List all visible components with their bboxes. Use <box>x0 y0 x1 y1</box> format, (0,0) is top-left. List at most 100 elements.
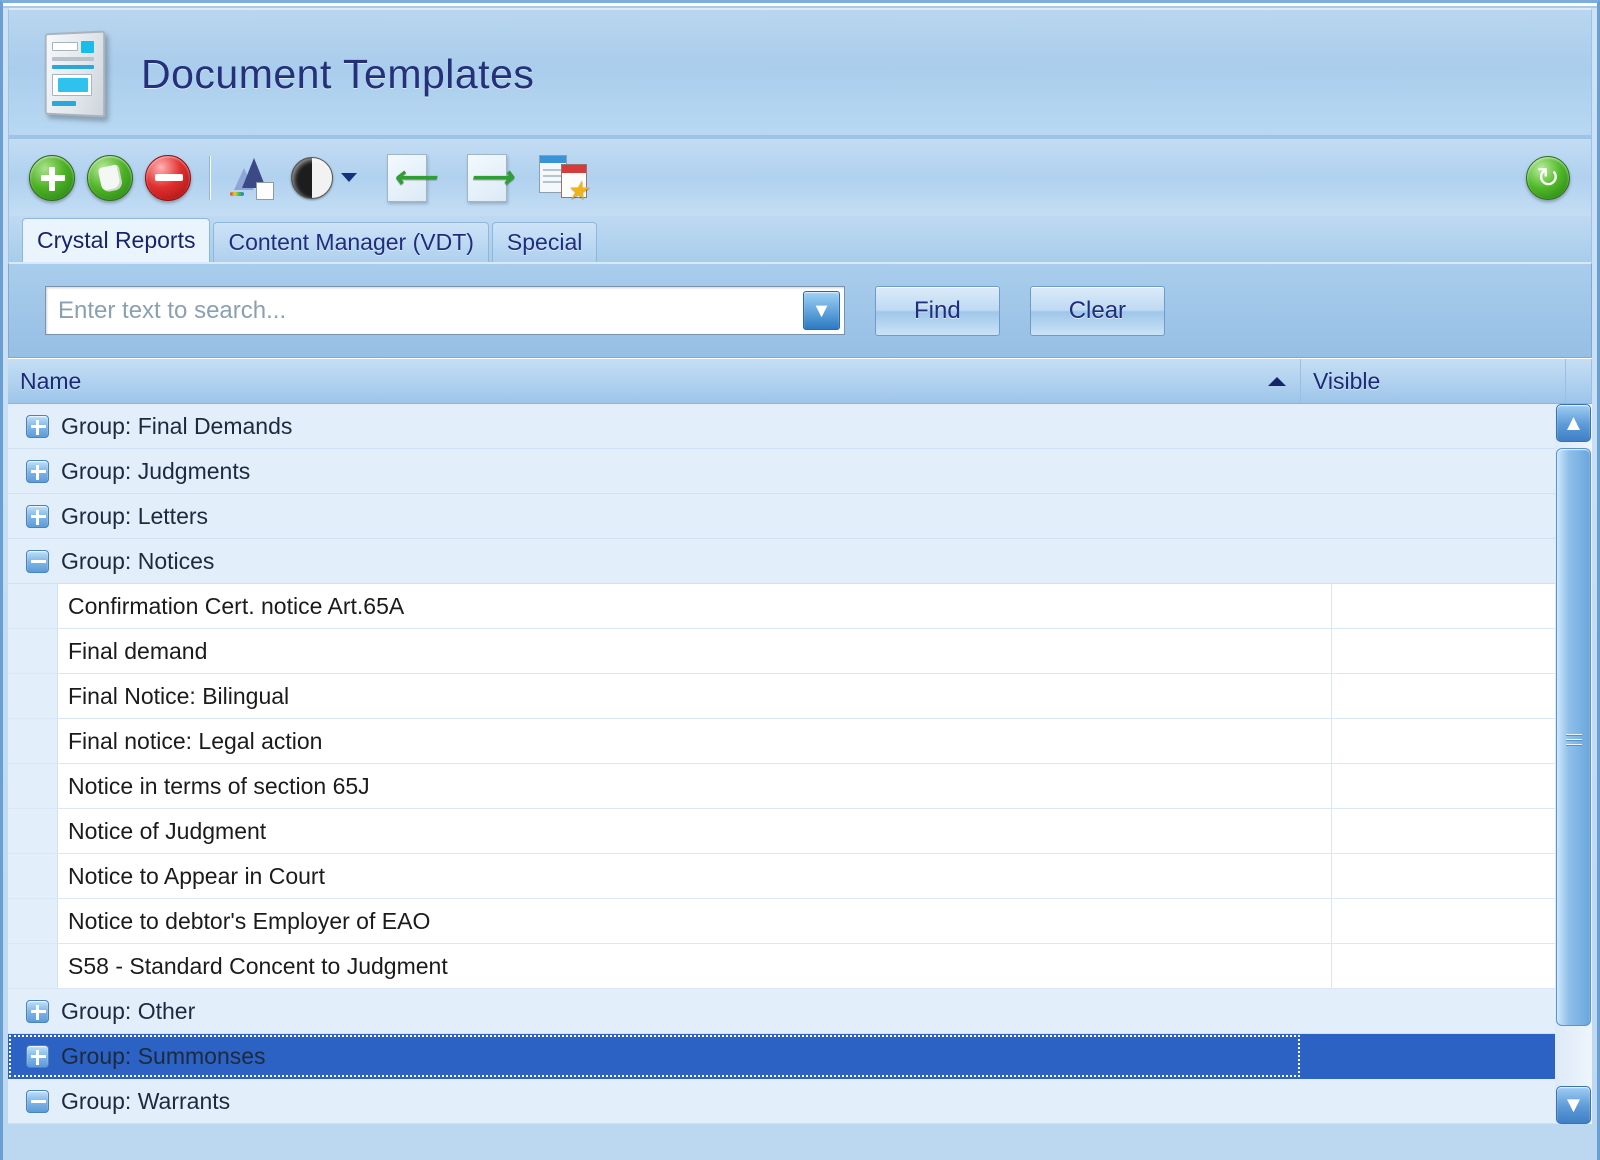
row-indent <box>8 674 58 718</box>
add-circle-icon <box>29 154 75 201</box>
table-row[interactable]: Notice in terms of section 65J <box>8 764 1592 809</box>
preview-button[interactable] <box>281 149 367 207</box>
row-label: Final Notice: Bilingual <box>68 682 290 709</box>
row-indent <box>8 944 58 988</box>
expand-plus-icon[interactable] <box>26 999 49 1023</box>
row-name-cell: Group: Judgments <box>8 449 1301 493</box>
page-header: Document Templates <box>8 8 1592 139</box>
collapse-minus-icon[interactable] <box>26 1089 49 1113</box>
row-visible-cell <box>1331 899 1592 943</box>
refresh-button[interactable]: ↻ <box>1519 149 1577 207</box>
row-visible-cell <box>1301 1079 1566 1123</box>
row-label: Notice of Judgment <box>68 817 267 844</box>
row-visible-cell <box>1331 809 1592 853</box>
row-indent <box>8 809 58 853</box>
table-row[interactable]: Confirmation Cert. notice Art.65A <box>8 584 1592 629</box>
grip-icon <box>1565 731 1582 749</box>
row-label: Group: Judgments <box>61 457 251 484</box>
chevron-down-icon[interactable] <box>341 173 357 182</box>
row-visible-cell <box>1331 629 1592 673</box>
scroll-up-button[interactable]: ▲ <box>1556 404 1591 442</box>
table-row-selected[interactable]: Group: Summonses <box>8 1034 1592 1079</box>
table-row[interactable]: Final Notice: Bilingual <box>8 674 1592 719</box>
row-label: Group: Final Demands <box>61 412 293 439</box>
tab-label: Special <box>506 229 583 255</box>
row-indent <box>8 764 58 808</box>
row-name-cell: Notice of Judgment <box>58 809 1331 853</box>
grid-header: Name Visible <box>8 358 1592 404</box>
row-visible-cell <box>1301 989 1566 1033</box>
vertical-scrollbar[interactable]: ▲ ▼ <box>1555 404 1592 1124</box>
find-button[interactable]: Find <box>875 285 1000 336</box>
templates-grid: Name Visible Group: Final Demands Group:… <box>8 358 1592 1124</box>
expand-plus-icon[interactable] <box>26 504 49 528</box>
table-row[interactable]: Group: Warrants <box>8 1079 1592 1124</box>
row-label: Notice to debtor's Employer of EAO <box>68 907 431 934</box>
column-header-visible[interactable]: Visible <box>1301 359 1566 403</box>
expand-plus-icon[interactable] <box>26 1044 49 1068</box>
column-label: Visible <box>1313 367 1381 394</box>
edit-button[interactable] <box>81 149 139 207</box>
collapse-minus-icon[interactable] <box>26 549 49 573</box>
clear-button[interactable]: Clear <box>1029 285 1166 336</box>
row-label: Group: Warrants <box>61 1087 231 1114</box>
scrollbar-thumb[interactable] <box>1556 448 1591 1026</box>
table-row[interactable]: Group: Notices <box>8 539 1592 584</box>
row-name-cell: Final notice: Legal action <box>58 719 1331 763</box>
delete-button[interactable] <box>139 149 197 207</box>
column-header-name[interactable]: Name <box>8 359 1301 403</box>
row-visible-cell <box>1301 539 1566 583</box>
expand-plus-icon[interactable] <box>26 459 49 483</box>
add-button[interactable] <box>23 149 81 207</box>
import-page-icon: ⟵ <box>387 153 436 202</box>
column-header-extra[interactable] <box>1566 359 1592 403</box>
row-label: Group: Notices <box>61 547 215 574</box>
tab-crystal-reports[interactable]: Crystal Reports <box>22 218 211 262</box>
scroll-down-button[interactable]: ▼ <box>1556 1086 1591 1124</box>
table-row[interactable]: Group: Other <box>8 989 1592 1034</box>
import-button[interactable]: ⟵ <box>367 149 447 207</box>
row-visible-cell <box>1331 674 1592 718</box>
row-label: Final demand <box>68 637 208 664</box>
row-label: Confirmation Cert. notice Art.65A <box>68 592 405 619</box>
delete-circle-icon <box>145 154 191 201</box>
grid-rows: Group: Final Demands Group: Judgments Gr… <box>8 404 1592 1124</box>
design-button[interactable] <box>223 149 281 207</box>
document-templates-icon <box>43 30 106 118</box>
export-page-icon: ⟶ <box>467 153 513 202</box>
row-label: Group: Summonses <box>61 1042 266 1069</box>
row-name-cell: Group: Notices <box>8 539 1301 583</box>
chevron-down-icon[interactable]: ▼ <box>803 291 840 330</box>
table-row[interactable]: Group: Judgments <box>8 449 1592 494</box>
tab-special[interactable]: Special <box>491 222 598 262</box>
toolbar-separator <box>209 155 211 200</box>
chevron-down-icon: ▼ <box>1562 1092 1585 1117</box>
export-button[interactable]: ⟶ <box>447 149 527 207</box>
row-name-cell: Final demand <box>58 629 1331 673</box>
row-name-cell: Group: Letters <box>8 494 1301 538</box>
row-name-cell: Group: Warrants <box>8 1079 1301 1123</box>
table-row[interactable]: Group: Letters <box>8 494 1592 539</box>
table-row[interactable]: Final demand <box>8 629 1592 674</box>
row-name-cell: Final Notice: Bilingual <box>58 674 1331 718</box>
table-row[interactable]: Final notice: Legal action <box>8 719 1592 764</box>
row-name-cell: S58 - Standard Concent to Judgment <box>58 944 1331 988</box>
tab-label: Crystal Reports <box>37 227 196 253</box>
row-visible-cell <box>1301 1034 1566 1078</box>
table-row[interactable]: S58 - Standard Concent to Judgment <box>8 944 1592 989</box>
expand-plus-icon[interactable] <box>26 414 49 438</box>
row-label: Notice in terms of section 65J <box>68 772 370 799</box>
row-visible-cell <box>1331 764 1592 808</box>
search-input[interactable] <box>46 287 803 334</box>
chevron-up-icon: ▲ <box>1562 410 1585 435</box>
table-row[interactable]: Notice to Appear in Court <box>8 854 1592 899</box>
row-label: Final notice: Legal action <box>68 727 323 754</box>
tab-content-manager[interactable]: Content Manager (VDT) <box>213 222 489 262</box>
row-visible-cell <box>1331 944 1592 988</box>
edit-circle-icon <box>87 154 133 201</box>
set-default-button[interactable]: ★ <box>527 149 599 207</box>
row-label: Group: Letters <box>61 502 209 529</box>
table-row[interactable]: Notice of Judgment <box>8 809 1592 854</box>
table-row[interactable]: Group: Final Demands <box>8 404 1592 449</box>
table-row[interactable]: Notice to debtor's Employer of EAO <box>8 899 1592 944</box>
